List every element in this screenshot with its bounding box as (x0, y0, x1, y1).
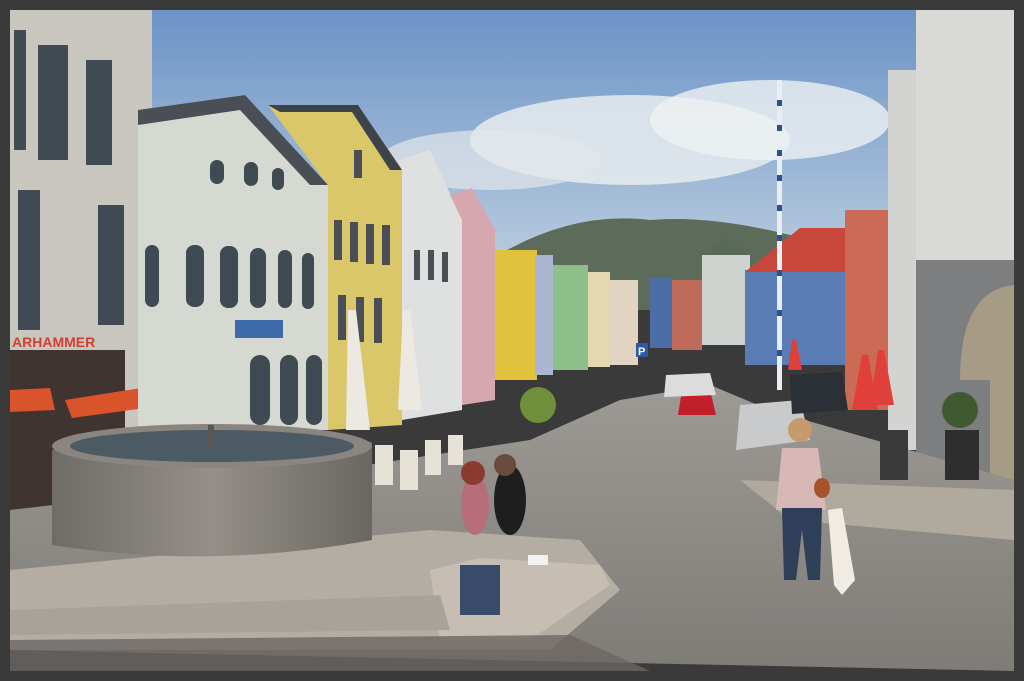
far-car (664, 373, 716, 397)
parking-sign-letter: P (638, 346, 645, 358)
shop-sign: ARHAMMER (12, 334, 95, 350)
dark-van (790, 372, 848, 414)
grey-building-right (702, 255, 750, 345)
far-right-building (672, 280, 702, 350)
yellow-narrow-building (495, 250, 537, 380)
shadow (10, 635, 650, 671)
far-building (610, 280, 638, 365)
planter (945, 430, 979, 480)
far-right-blue-building (650, 278, 672, 348)
tree (520, 387, 556, 423)
town-square-scene: ARHAMMER P (10, 10, 1014, 671)
bank-sign (235, 320, 283, 338)
photo-frame: ARHAMMER P (0, 0, 1024, 681)
cream-building (588, 272, 610, 367)
blue-narrow-building (535, 255, 553, 375)
planter (880, 430, 908, 480)
town-square-photo: ARHAMMER P (10, 10, 1014, 671)
cloud (650, 80, 890, 160)
green-building (553, 265, 588, 370)
tree (942, 392, 978, 428)
